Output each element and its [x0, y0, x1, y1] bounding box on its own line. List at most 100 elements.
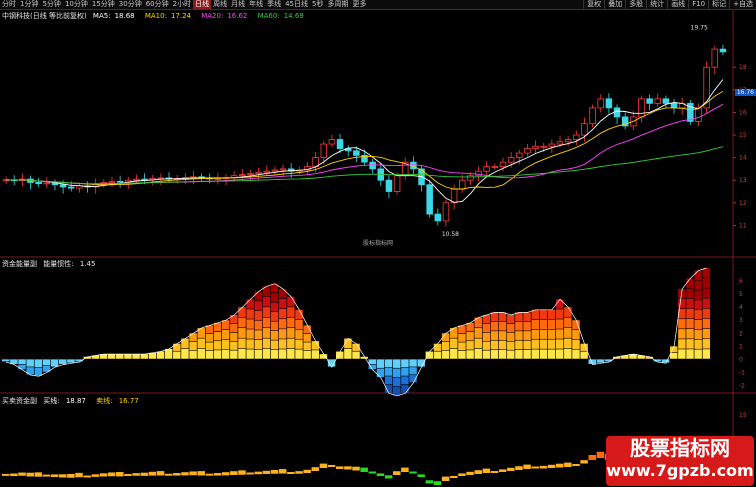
energy-bar-segment: [507, 314, 515, 324]
flow-bar: [59, 474, 67, 478]
flow-bar: [401, 467, 409, 472]
flow-bar: [213, 473, 222, 476]
energy-bar-segment: [572, 330, 580, 340]
flow-bar: [588, 455, 597, 460]
candle-body: [556, 141, 564, 145]
energy-bar-segment: [433, 343, 442, 351]
candle-body: [516, 152, 523, 159]
energy-bar-segment: [238, 338, 246, 349]
energy-bar-segment: [523, 321, 531, 331]
energy-bar-segment: [409, 367, 417, 375]
energy-bar-segment: [270, 330, 279, 340]
energy-bar-segment: [254, 330, 263, 340]
energy-bar-segment: [694, 329, 702, 340]
flow-bar: [34, 472, 43, 477]
energy-bar-segment: [59, 359, 67, 364]
energy-bar-segment: [433, 351, 442, 359]
energy-bar-segment: [474, 348, 482, 359]
energy-bar-segment: [295, 339, 303, 349]
y-tick-label: 14: [739, 155, 747, 162]
energy-bar-segment: [686, 318, 694, 329]
energy-bar-segment: [572, 320, 580, 330]
energy-bar-segment: [295, 349, 303, 359]
energy-bar-segment: [507, 323, 515, 333]
energy-bar-segment: [555, 299, 564, 309]
flow-bar: [368, 471, 377, 474]
energy-bar-segment: [572, 349, 580, 359]
y-tick-label: 11: [739, 222, 747, 229]
energy-y-tick-label: 6: [739, 278, 743, 285]
energy-bar-segment: [694, 300, 702, 310]
candle-body: [573, 134, 580, 140]
candle-body: [43, 182, 51, 185]
candle-body: [711, 48, 719, 68]
energy-bar-segment: [555, 309, 564, 319]
flow-bar: [547, 464, 556, 468]
flow-bar: [466, 471, 474, 475]
energy-bar-segment: [262, 348, 271, 359]
flow-bar: [205, 473, 214, 476]
energy-y-tick-label: 1: [739, 343, 743, 350]
energy-bar-segment: [344, 348, 352, 359]
y-tick-label: 12: [739, 200, 747, 207]
energy-bar-segment: [303, 333, 311, 342]
flow-bar: [164, 473, 173, 476]
flow-bar: [564, 462, 572, 467]
energy-bar-segment: [482, 341, 491, 350]
flow-bar: [555, 463, 564, 468]
energy-bar-segment: [474, 338, 482, 349]
candle-body: [426, 184, 433, 215]
candle-body: [434, 213, 442, 222]
flow-bar: [572, 464, 580, 466]
energy-bar-segment: [173, 351, 181, 359]
energy-bar-segment: [474, 328, 482, 338]
energy-bar-segment: [523, 349, 531, 359]
energy-bar-segment: [140, 354, 148, 359]
energy-bar-segment: [18, 359, 26, 364]
energy-bar-segment: [678, 339, 686, 349]
candle-body: [532, 145, 539, 149]
energy-bar-segment: [555, 349, 564, 359]
energy-bar-segment: [555, 329, 564, 339]
flow-bar: [344, 466, 352, 470]
y-tick-label: 15: [739, 132, 747, 139]
flow-bar: [238, 470, 246, 475]
energy-bar-segment: [686, 278, 694, 288]
energy-bar-segment: [555, 339, 564, 349]
candle-body: [695, 107, 702, 122]
energy-bar-segment: [205, 350, 214, 359]
energy-y-tick-label: 5: [739, 291, 743, 298]
candle-body: [507, 157, 515, 163]
flow-bar: [2, 473, 10, 476]
flow-bar: [124, 474, 132, 476]
energy-bar-segment: [205, 342, 214, 351]
flow-bar: [75, 472, 83, 478]
energy-bar-segment: [458, 333, 466, 342]
candle-body: [605, 98, 613, 109]
flow-bar: [18, 472, 26, 476]
flow-bar: [335, 466, 344, 469]
flow-bar: [376, 473, 385, 476]
energy-bar-segment: [42, 359, 51, 366]
flow-bar: [311, 467, 320, 471]
energy-bar-segment: [694, 349, 702, 359]
energy-bar-segment: [564, 338, 572, 349]
energy-bar-segment: [278, 329, 287, 339]
energy-bar-segment: [393, 368, 401, 378]
energy-bar-segment: [441, 350, 450, 359]
high-price-label: 19.75: [691, 25, 708, 32]
energy-bar-segment: [507, 332, 515, 342]
energy-bar-segment: [205, 333, 214, 342]
energy-bar-segment: [409, 359, 417, 367]
energy-bar-segment: [450, 338, 458, 349]
energy-bar-segment: [278, 298, 287, 309]
energy-bar-segment: [262, 296, 271, 307]
energy-bar-segment: [547, 339, 556, 349]
flow-bar: [99, 473, 108, 477]
energy-bar-segment: [270, 349, 279, 359]
energy-indicator-label: 能量惯性: 1.45: [43, 260, 96, 268]
energy-bar-segment: [197, 348, 205, 359]
energy-panel-title: 资金能量副: [2, 260, 37, 268]
flow-bar: [287, 472, 295, 474]
energy-bar-segment: [213, 341, 222, 350]
